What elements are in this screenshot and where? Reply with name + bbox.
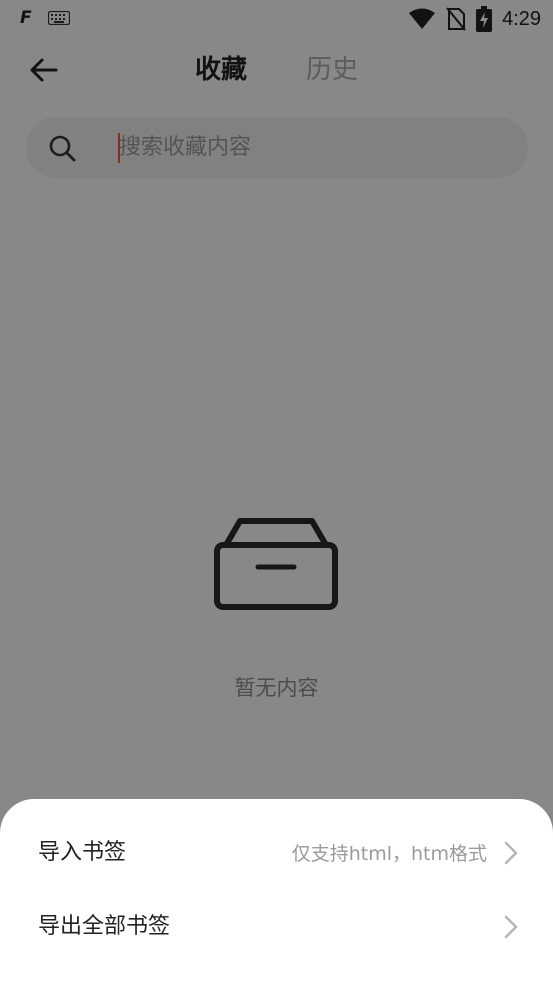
export-bookmarks-label: 导出全部书签 [38,914,171,939]
import-bookmarks-label: 导入书签 [38,840,127,865]
import-bookmarks-item[interactable]: 导入书签 仅支持html，htm格式 [0,823,553,883]
export-bookmarks-item[interactable]: 导出全部书签 [0,897,553,957]
chevron-right-icon [504,841,518,865]
chevron-right-icon [504,915,518,939]
bottom-sheet: 导入书签 仅支持html，htm格式 导出全部书签 [0,799,553,983]
import-format-hint: 仅支持html，htm格式 [291,843,487,865]
